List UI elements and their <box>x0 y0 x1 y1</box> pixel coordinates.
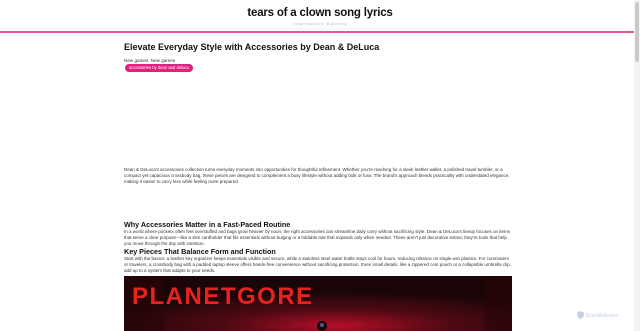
post-meta: New games. New games <box>124 58 176 63</box>
section-body-key-pieces: Start with the basics: a leather key org… <box>124 256 511 274</box>
shield-icon <box>577 311 584 319</box>
section-heading-key-pieces: Key Pieces That Balance Form and Functio… <box>124 247 276 256</box>
site-tagline: Inspiration Gallery <box>292 22 348 26</box>
section-heading-why: Why Accessories Matter in a Fast-Paced R… <box>124 220 291 229</box>
scrollbar-thumb[interactable] <box>635 2 639 62</box>
post-title: Elevate Everyday Style with Accessories … <box>124 42 380 52</box>
tag-badge[interactable]: accessories by dean and deluca <box>125 64 193 72</box>
hero-title: PLANETGORE <box>132 283 314 310</box>
intro-paragraph: Dean & DeLuca's accessories collection t… <box>124 167 510 185</box>
watermark: ScanMalware <box>577 311 618 319</box>
watermark-text: ScanMalware <box>585 313 619 319</box>
site-header: tears of a clown song lyrics Inspiration… <box>0 0 640 33</box>
section-body-why: In a world where pockets often feel over… <box>124 229 510 247</box>
hero-graphic: PLANETGORE <box>124 276 512 331</box>
hero-image: PLANETGORE <box>124 276 512 331</box>
scrollbar[interactable] <box>634 0 640 331</box>
site-title[interactable]: tears of a clown song lyrics <box>0 7 640 19</box>
